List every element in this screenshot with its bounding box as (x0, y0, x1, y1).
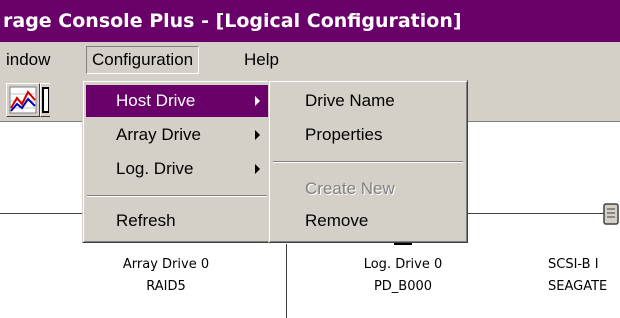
menu-item-remove[interactable]: Remove (272, 205, 464, 237)
menu-item-label: Remove (305, 211, 369, 230)
menu-item-host-drive[interactable]: Host Drive (86, 85, 268, 117)
menu-item-label: Refresh (116, 211, 176, 230)
connection-line (464, 213, 606, 214)
submenu-arrow-icon (255, 96, 260, 106)
chart-icon (9, 86, 37, 114)
device-detail: PD_B000 (373, 279, 433, 294)
device-name: Array Drive 0 (122, 257, 210, 272)
device-detail: RAID5 (146, 279, 186, 294)
menu-item-label: Array Drive (116, 125, 202, 144)
menu-item-create-new: Create New (272, 173, 464, 205)
window-title: rage Console Plus - [Logical Configurati… (3, 10, 462, 32)
menu-help[interactable]: Help (238, 46, 285, 74)
menu-separator (273, 161, 463, 163)
device-name: Log. Drive 0 (363, 257, 443, 272)
title-bar: rage Console Plus - [Logical Configurati… (0, 0, 620, 42)
configuration-menu: Host Drive Array Drive Log. Drive Refres… (82, 80, 272, 243)
menu-bar: indow Configuration Help (0, 42, 620, 78)
toolbar-partial-icon (42, 87, 49, 113)
menu-item-label: Host Drive (116, 91, 196, 110)
menu-item-refresh[interactable]: Refresh (86, 205, 268, 237)
menu-separator (87, 195, 267, 197)
submenu-arrow-icon (255, 130, 260, 140)
connection-line (286, 244, 287, 318)
menu-configuration[interactable]: Configuration (86, 46, 200, 74)
scsi-device-node[interactable]: SCSI-B I SEAGATE (548, 254, 620, 298)
logical-drive-node[interactable]: Log. Drive 0 PD_B000 (318, 254, 488, 298)
menu-item-log-drive[interactable]: Log. Drive (86, 153, 268, 185)
menu-item-label: Log. Drive (116, 159, 194, 178)
toolbar-button-partial[interactable] (40, 83, 50, 117)
device-name: SCSI-B I (548, 257, 599, 272)
menu-item-label: Create New (305, 179, 395, 198)
connection-line (0, 213, 88, 214)
host-drive-submenu: Drive Name Properties Create New Remove (268, 80, 468, 243)
chart-button[interactable] (6, 83, 40, 117)
menu-item-array-drive[interactable]: Array Drive (86, 119, 268, 151)
device-detail: SEAGATE (548, 279, 608, 294)
array-drive-node[interactable]: Array Drive 0 RAID5 (86, 254, 246, 298)
menu-window[interactable]: indow (0, 46, 56, 74)
disk-device-icon[interactable] (602, 203, 620, 225)
menu-item-drive-name[interactable]: Drive Name (272, 85, 464, 117)
menu-item-label: Drive Name (305, 91, 395, 110)
menu-item-properties[interactable]: Properties (272, 119, 464, 151)
menu-item-label: Properties (305, 125, 383, 144)
submenu-arrow-icon (255, 164, 260, 174)
